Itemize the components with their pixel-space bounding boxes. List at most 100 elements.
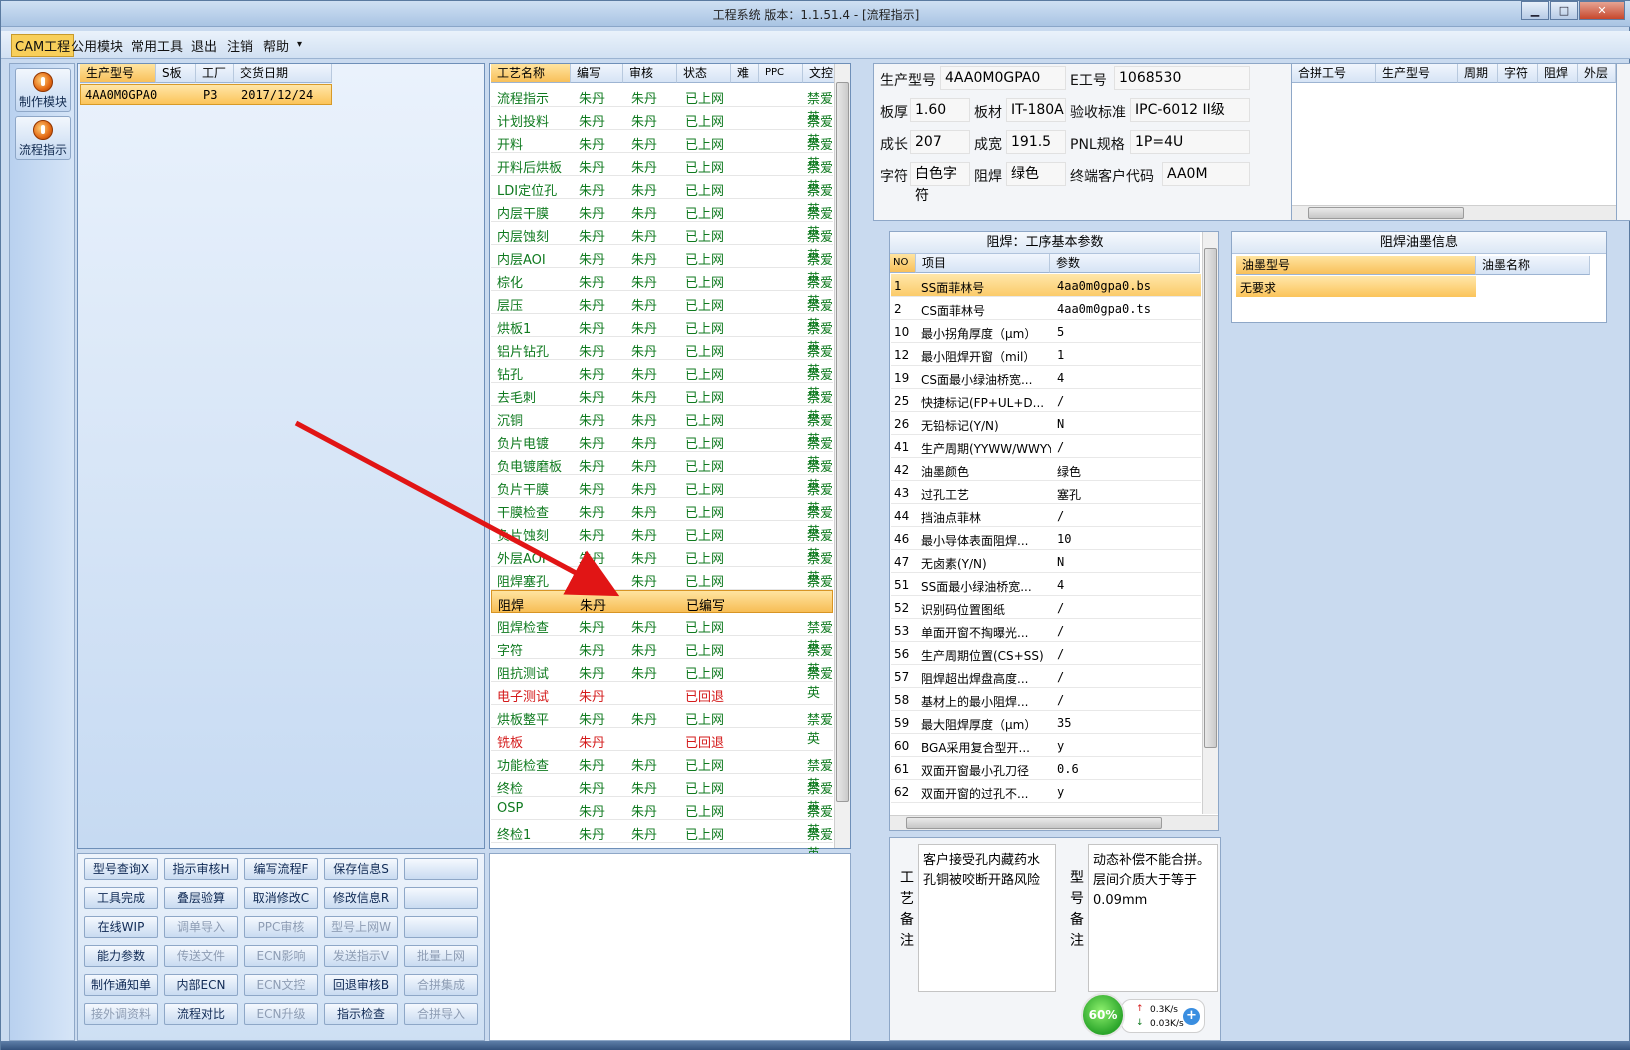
function-button[interactable] [404,887,478,909]
param-row[interactable]: 62 双面开窗的过孔不... y [891,780,1201,803]
param-row[interactable]: 10 最小拐角厚度（μm） 5 [891,320,1201,343]
customer-field[interactable]: AA0M [1162,162,1250,186]
menu-help[interactable]: 帮助 [263,36,289,55]
process-scroll-thumb[interactable] [836,82,849,802]
table-row[interactable]: 去毛刺 朱丹 朱丹 已上网 禁爱英 [491,383,833,425]
table-row[interactable]: 开料后烘板 朱丹 朱丹 已上网 禁爱英 [491,153,833,195]
table-row[interactable]: 计划投料 朱丹 朱丹 已上网 禁爱英 [491,107,833,149]
help-dropdown-icon[interactable]: ▾ [297,39,302,50]
function-button[interactable]: 保存信息S [324,858,398,880]
table-row[interactable]: 铣板 朱丹 已回退 [491,728,833,751]
param-row[interactable]: 61 双面开窗最小孔刀径 0.6 [891,757,1201,780]
param-row[interactable]: 59 最大阻焊厚度（μm） 35 [891,711,1201,734]
menu-common-tools[interactable]: 常用工具 [131,36,183,55]
merge-hscrollbar[interactable] [1292,205,1616,220]
col-write[interactable]: 编写 [571,64,623,83]
function-button[interactable]: ECN文控 [244,974,318,996]
col-no[interactable]: NO [890,254,916,273]
model-note-text[interactable]: 动态补偿不能合拼。层间介质大于等于0.09mm [1088,844,1218,992]
menu-logout[interactable]: 注销 [227,36,253,55]
function-button[interactable]: PPC审核 [244,916,318,938]
param-row[interactable]: 26 无铅标记(Y/N) N [891,412,1201,435]
function-button[interactable]: 流程对比 [164,1003,238,1025]
function-button[interactable]: 接外调资料 [84,1003,158,1025]
table-row[interactable]: OSP 朱丹 朱丹 已上网 禁爱英 [491,797,833,839]
col-difficulty[interactable]: 难 [731,64,759,83]
param-row[interactable]: 2 CS面菲林号 4aa0m0gpa0.ts [891,297,1201,320]
col-param[interactable]: 参数 [1050,254,1200,273]
function-button[interactable]: 叠层验算 [164,887,238,909]
table-row[interactable]: 终检1朱丹朱丹已上网禁爱英 [491,820,833,862]
param-row[interactable]: 51 SS面最小绿油桥宽... 4 [891,573,1201,596]
params-hscroll-thumb[interactable] [906,817,1162,829]
ink-row-model[interactable]: 无要求 [1236,276,1476,297]
param-row[interactable]: 47 无卤素(Y/N) N [891,550,1201,573]
function-button[interactable]: 在线WIP [84,916,158,938]
col-merge-model[interactable]: 生产型号 [1376,64,1458,83]
pnl-field[interactable]: 1P=4U [1130,130,1250,154]
table-row[interactable]: 终检 朱丹 朱丹 已上网 禁爱英 [491,774,833,816]
col-s-board[interactable]: S板 [156,64,196,83]
table-row[interactable]: 烘板整平 朱丹 朱丹 已上网 禁爱英 [491,705,833,747]
param-row[interactable]: 1 SS面菲林号 4aa0m0gpa0.bs [891,274,1201,297]
material-field[interactable]: IT-180A [1006,98,1066,122]
table-row[interactable]: 层压 朱丹 朱丹 已上网 禁爱英 [491,291,833,333]
table-row[interactable]: 棕化 朱丹 朱丹 已上网 禁爱英 [491,268,833,310]
table-row[interactable]: 干膜检查 朱丹 朱丹 已上网 禁爱英 [491,498,833,540]
function-button[interactable]: 取消修改C [244,887,318,909]
table-row[interactable]: 外层AOI 朱丹 朱丹 已上网 禁爱英 [491,544,833,586]
table-row[interactable]: 负片电镀 朱丹 朱丹 已上网 禁爱英 [491,429,833,471]
col-ppc[interactable]: PPC [759,64,803,83]
col-merge-char[interactable]: 字符 [1498,64,1538,83]
table-row[interactable]: 阻焊 朱丹 已编写 [491,590,833,614]
plus-icon[interactable]: + [1183,1008,1200,1025]
maximize-button[interactable]: □ [1550,1,1578,20]
table-row[interactable]: 功能检查 朱丹 朱丹 已上网 禁爱英 [491,751,833,793]
col-merge-outer[interactable]: 外层 [1578,64,1616,83]
char-field[interactable]: 白色字符 [910,162,970,204]
param-row[interactable]: 43 过孔工艺 塞孔 [891,481,1201,504]
param-row[interactable]: 12 最小阻焊开窗（mil） 1 [891,343,1201,366]
col-ink-name[interactable]: 油墨名称 [1476,256,1590,275]
param-row[interactable]: 25 快捷标记(FP+UL+D... / [891,389,1201,412]
function-button[interactable]: 合拼导入 [404,1003,478,1025]
make-module-button[interactable]: 制作模块 [15,68,71,112]
function-button[interactable] [404,858,478,880]
thickness-field[interactable]: 1.60 [910,98,970,122]
col-delivery[interactable]: 交货日期 [234,64,332,83]
col-doc-control[interactable]: 文控 [803,64,835,83]
col-merge-cycle[interactable]: 周期 [1458,64,1498,83]
network-monitor[interactable]: ↑ 0.3K/s ↓ 0.03K/s + 60% [1081,993,1207,1037]
mask-field[interactable]: 绿色 [1006,162,1066,186]
menu-cam[interactable]: CAM工程 [11,34,75,57]
table-row[interactable]: 流程指示 朱丹 朱丹 已上网 禁爱英 [491,84,833,126]
function-button[interactable]: 发送指示V [324,945,398,967]
param-row[interactable]: 19 CS面最小绿油桥宽... 4 [891,366,1201,389]
function-button[interactable]: 制作通知单 [84,974,158,996]
table-row[interactable]: 电子测试 朱丹 已回退 [491,682,833,705]
param-row[interactable]: 41 生产周期(YYWW/WWYY) / [891,435,1201,458]
function-button[interactable]: 传送文件 [164,945,238,967]
param-row[interactable]: 57 阻焊超出焊盘高度... / [891,665,1201,688]
param-row[interactable]: 52 识别码位置图纸 / [891,596,1201,619]
col-merge-no[interactable]: 合拼工号 [1292,64,1376,83]
function-button[interactable]: 调单导入 [164,916,238,938]
col-merge-mask[interactable]: 阻焊 [1538,64,1578,83]
param-row[interactable]: 46 最小导体表面阻焊... 10 [891,527,1201,550]
param-row[interactable]: 42 油墨颜色 绿色 [891,458,1201,481]
close-button[interactable]: ✕ [1579,1,1625,20]
params-scrollbar[interactable] [1202,232,1218,814]
length-field[interactable]: 207 [910,130,970,154]
function-button[interactable]: 能力参数 [84,945,158,967]
params-scroll-thumb[interactable] [1204,248,1217,748]
function-button[interactable]: 回退审核B [324,974,398,996]
col-ink-model[interactable]: 油墨型号 [1236,256,1476,275]
param-row[interactable]: 53 单面开窗不掏曝光... / [891,619,1201,642]
param-row[interactable]: 44 挡油点菲林 / [891,504,1201,527]
col-item[interactable]: 项目 [916,254,1050,273]
table-row[interactable]: 负电镀磨板 朱丹 朱丹 已上网 禁爱英 [491,452,833,494]
table-row[interactable]: 4AA0M0GPA0 P3 2017/12/24 [80,84,332,105]
standard-field[interactable]: IPC-6012 II级 [1130,98,1250,122]
table-row[interactable]: 阻焊塞孔朱丹朱丹已上网禁爱英 [491,567,833,609]
e-no-field[interactable]: 1068530 [1114,66,1250,90]
